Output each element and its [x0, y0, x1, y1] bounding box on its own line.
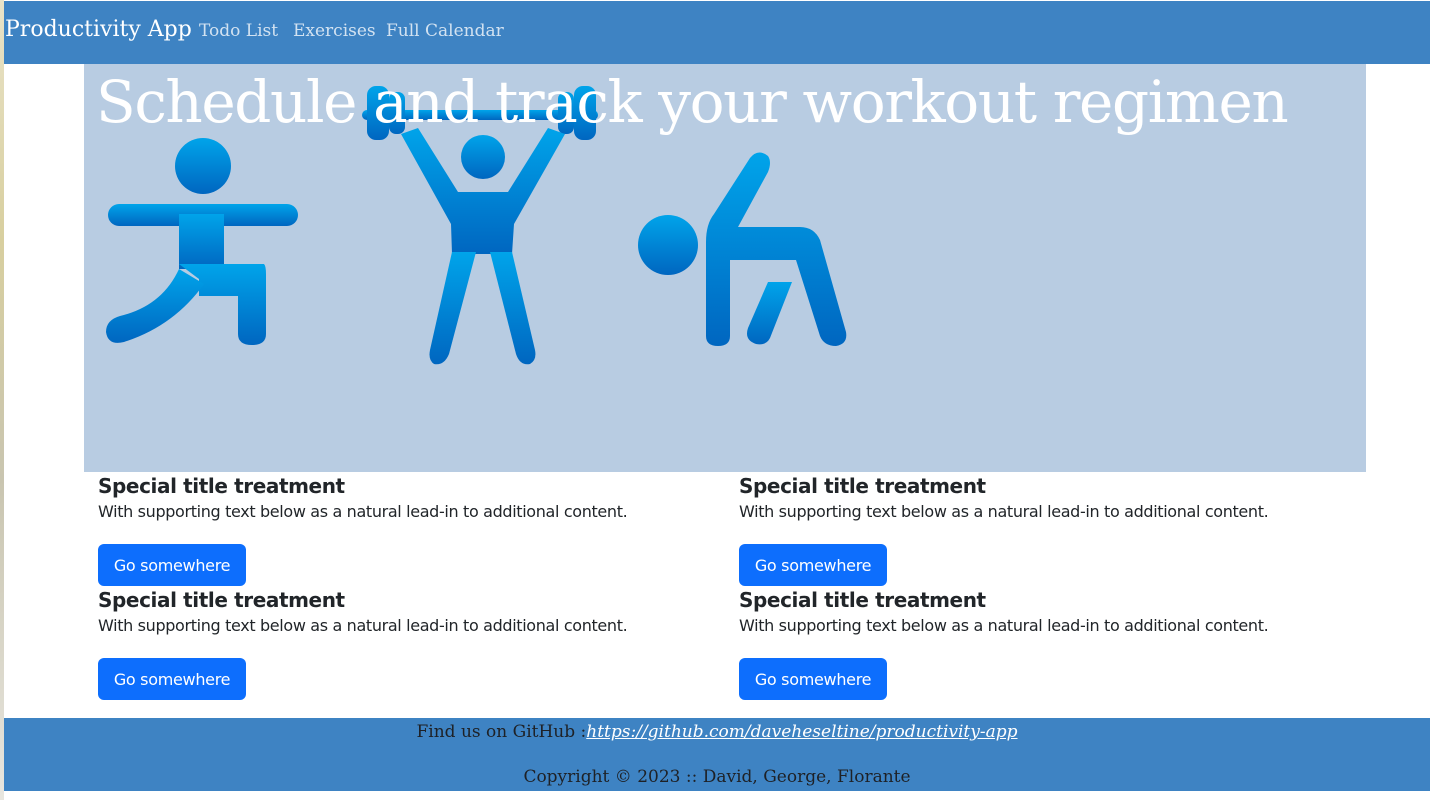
- lunge-figure-icon: [106, 138, 298, 345]
- nav-link-todo-list[interactable]: Todo List: [199, 21, 278, 41]
- card-title: Special title treatment: [739, 588, 986, 612]
- card-3: Special title treatment With supporting …: [98, 586, 698, 700]
- card-text: With supporting text below as a natural …: [98, 616, 628, 635]
- card-text: With supporting text below as a natural …: [739, 502, 1269, 521]
- hero-title: Schedule and track your workout regimen: [96, 68, 1289, 136]
- stretching-figure-icon: [638, 152, 847, 346]
- footer-github-line: Find us on GitHub :https://github.com/da…: [4, 722, 1430, 742]
- go-somewhere-button[interactable]: Go somewhere: [98, 544, 246, 586]
- nav-link-exercises[interactable]: Exercises: [293, 21, 376, 41]
- navbar-brand[interactable]: Productivity App: [5, 17, 192, 42]
- github-prefix: Find us on GitHub :: [416, 722, 587, 742]
- github-link[interactable]: https://github.com/daveheseltine/product…: [586, 722, 1017, 742]
- card-text: With supporting text below as a natural …: [98, 502, 628, 521]
- card-title: Special title treatment: [98, 474, 345, 498]
- hero-banner: Schedule and track your workout regimen: [84, 64, 1366, 472]
- card-text: With supporting text below as a natural …: [739, 616, 1269, 635]
- copyright-text: Copyright © 2023 :: David, George, Flora…: [523, 767, 911, 787]
- go-somewhere-button[interactable]: Go somewhere: [739, 658, 887, 700]
- footer: Find us on GitHub :https://github.com/da…: [4, 718, 1430, 791]
- card-title: Special title treatment: [98, 588, 345, 612]
- nav-link-full-calendar[interactable]: Full Calendar: [386, 21, 504, 41]
- window-edge: [0, 0, 4, 800]
- card-2: Special title treatment With supporting …: [739, 472, 1339, 586]
- navbar: Productivity App Todo List Exercises Ful…: [4, 1, 1430, 64]
- card-4: Special title treatment With supporting …: [739, 586, 1339, 700]
- card-title: Special title treatment: [739, 474, 986, 498]
- go-somewhere-button[interactable]: Go somewhere: [739, 544, 887, 586]
- go-somewhere-button[interactable]: Go somewhere: [98, 658, 246, 700]
- card-1: Special title treatment With supporting …: [98, 472, 698, 586]
